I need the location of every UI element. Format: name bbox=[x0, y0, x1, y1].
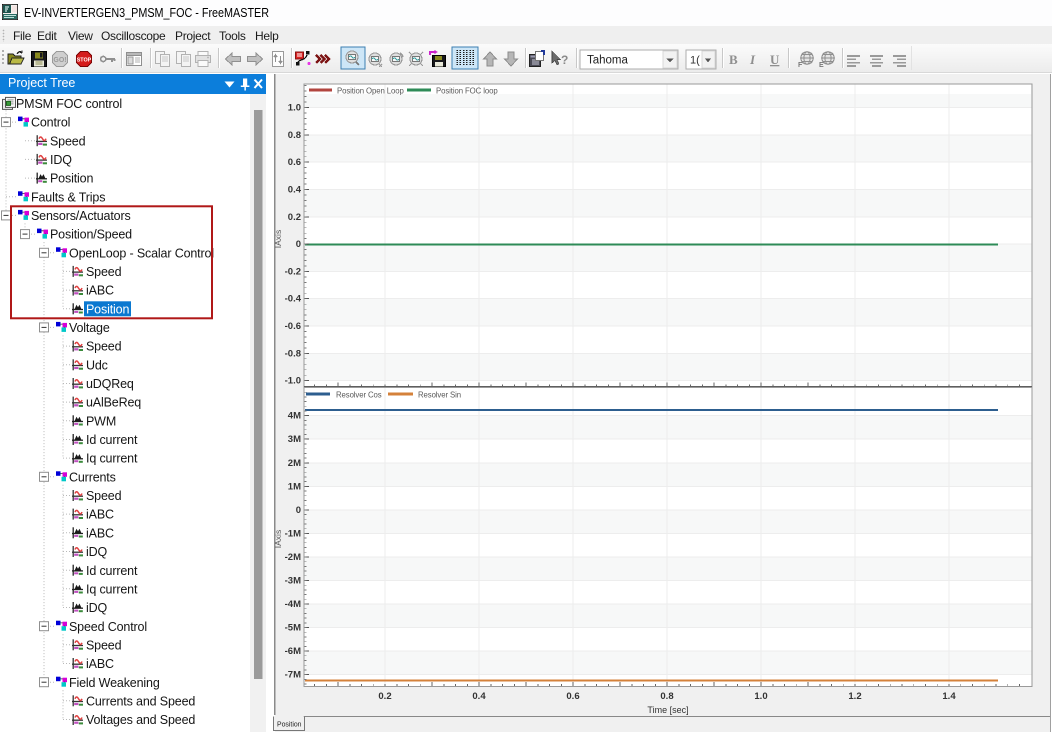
svg-text:?: ? bbox=[561, 53, 568, 67]
svg-text:0.8: 0.8 bbox=[660, 691, 673, 702]
svg-text:0.4: 0.4 bbox=[472, 691, 486, 702]
svg-text:1.0: 1.0 bbox=[288, 103, 301, 114]
svg-text:Position: Position bbox=[86, 302, 129, 316]
svg-text:Position FOC loop: Position FOC loop bbox=[436, 87, 498, 96]
svg-text:Control: Control bbox=[31, 116, 70, 130]
svg-text:-1M: -1M bbox=[285, 528, 301, 539]
svg-text:1.0: 1.0 bbox=[754, 691, 767, 702]
svg-text:-5M: -5M bbox=[285, 623, 301, 634]
svg-text:I: I bbox=[749, 52, 756, 67]
svg-text:Id current: Id current bbox=[86, 433, 138, 447]
svg-text:Faults & Trips: Faults & Trips bbox=[31, 190, 105, 204]
svg-text:OpenLoop - Scalar Control: OpenLoop - Scalar Control bbox=[69, 246, 214, 260]
svg-text:Speed: Speed bbox=[86, 638, 122, 652]
svg-text:Iq current: Iq current bbox=[86, 452, 138, 466]
svg-text:PMSM FOC control: PMSM FOC control bbox=[16, 97, 122, 111]
svg-text:-3M: -3M bbox=[285, 576, 301, 587]
svg-text:U: U bbox=[770, 52, 780, 67]
svg-text:Id current: Id current bbox=[86, 564, 138, 578]
svg-text:iDQ: iDQ bbox=[86, 545, 108, 559]
svg-text:-0.4: -0.4 bbox=[285, 294, 302, 305]
svg-text:Speed Control: Speed Control bbox=[69, 620, 147, 634]
svg-text:-2M: -2M bbox=[285, 552, 301, 563]
svg-text:E: E bbox=[819, 62, 824, 69]
svg-text:Speed: Speed bbox=[86, 340, 122, 354]
svg-text:Position Open Loop: Position Open Loop bbox=[337, 87, 404, 96]
svg-text:IAxis: IAxis bbox=[273, 530, 283, 548]
svg-text:0.6: 0.6 bbox=[288, 157, 301, 168]
svg-text:uDQReq: uDQReq bbox=[86, 377, 134, 391]
svg-text:iABC: iABC bbox=[86, 508, 114, 522]
svg-text:1M: 1M bbox=[288, 481, 301, 492]
svg-text:B: B bbox=[729, 52, 738, 67]
svg-text:Position: Position bbox=[277, 722, 302, 729]
svg-text:2M: 2M bbox=[288, 458, 301, 469]
svg-text:0.2: 0.2 bbox=[378, 691, 391, 702]
svg-text:Voltage: Voltage bbox=[69, 321, 110, 335]
svg-text:uAlBeReq: uAlBeReq bbox=[86, 396, 141, 410]
svg-text:Currents and Speed: Currents and Speed bbox=[86, 694, 195, 708]
svg-text:Speed: Speed bbox=[86, 265, 122, 279]
svg-text:-0.6: -0.6 bbox=[285, 321, 301, 332]
svg-text:Field Weakening: Field Weakening bbox=[69, 676, 160, 690]
svg-text:iABC: iABC bbox=[86, 657, 114, 671]
svg-text:1(: 1( bbox=[690, 55, 700, 67]
svg-text:IAxis: IAxis bbox=[273, 230, 283, 248]
svg-text:Speed: Speed bbox=[86, 489, 122, 503]
svg-text:IDQ: IDQ bbox=[50, 153, 72, 167]
svg-text:Resolver Sin: Resolver Sin bbox=[418, 391, 461, 400]
svg-text:Position: Position bbox=[50, 172, 93, 186]
svg-text:0.6: 0.6 bbox=[566, 691, 579, 702]
svg-text:-4M: -4M bbox=[285, 599, 301, 610]
svg-text:3M: 3M bbox=[288, 434, 301, 445]
svg-text:Resolver Cos: Resolver Cos bbox=[336, 391, 382, 400]
svg-text:0.8: 0.8 bbox=[288, 130, 301, 141]
svg-text:-6M: -6M bbox=[285, 646, 301, 657]
svg-text:Sensors/Actuators: Sensors/Actuators bbox=[31, 209, 131, 223]
svg-text:STOP: STOP bbox=[77, 58, 92, 64]
svg-text:Currents: Currents bbox=[69, 470, 116, 484]
svg-text:F: F bbox=[798, 62, 803, 69]
svg-text:0: 0 bbox=[296, 505, 301, 516]
svg-text:iABC: iABC bbox=[86, 526, 114, 540]
svg-text:-1.0: -1.0 bbox=[285, 376, 301, 387]
svg-text:0.2: 0.2 bbox=[288, 212, 301, 223]
svg-text:Voltages and Speed: Voltages and Speed bbox=[86, 713, 195, 727]
svg-text:Tahoma: Tahoma bbox=[587, 55, 629, 67]
svg-text:Time [sec]: Time [sec] bbox=[647, 705, 688, 715]
svg-text:iDQ: iDQ bbox=[86, 601, 108, 615]
svg-text:-0.2: -0.2 bbox=[285, 266, 301, 277]
svg-text:-7M: -7M bbox=[285, 670, 301, 681]
svg-text:Position/Speed: Position/Speed bbox=[50, 228, 132, 242]
svg-text:1.4: 1.4 bbox=[942, 691, 956, 702]
svg-text:Speed: Speed bbox=[50, 134, 86, 148]
svg-text:Iq current: Iq current bbox=[86, 582, 138, 596]
svg-text:iABC: iABC bbox=[86, 284, 114, 298]
svg-text:PWM: PWM bbox=[86, 414, 116, 428]
svg-text:Udc: Udc bbox=[86, 358, 108, 372]
svg-text:0: 0 bbox=[296, 239, 301, 250]
svg-text:4M: 4M bbox=[288, 411, 301, 422]
svg-text:1.2: 1.2 bbox=[848, 691, 861, 702]
svg-text:0.4: 0.4 bbox=[288, 185, 302, 196]
svg-text:-0.8: -0.8 bbox=[285, 348, 301, 359]
svg-text:GO!: GO! bbox=[53, 57, 66, 64]
